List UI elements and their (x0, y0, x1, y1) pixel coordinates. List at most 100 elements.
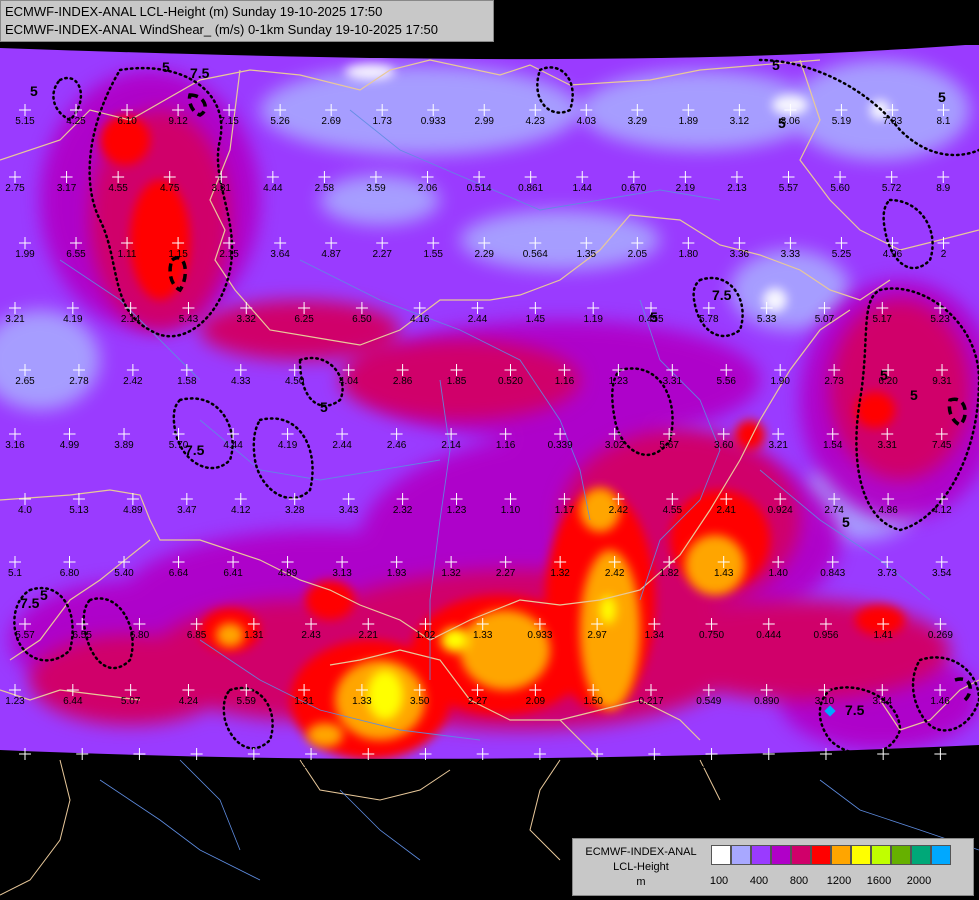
shear-value-label: 2.29 (475, 249, 495, 260)
map-title-box: ECMWF-INDEX-ANAL LCL-Height (m) Sunday 1… (0, 0, 494, 42)
shear-value-label: 5.26 (270, 116, 290, 127)
shear-value-label: 3.16 (5, 440, 25, 451)
legend-swatch (811, 845, 831, 865)
shear-value-label: 4.16 (410, 314, 430, 325)
shear-contour-label: 7.5 (190, 65, 210, 81)
shear-value-label: 8.9 (936, 183, 950, 194)
shear-value-label: 1.43 (714, 568, 734, 579)
shear-value-label: 3.31 (212, 183, 232, 194)
shear-value-label: 2.15 (416, 760, 436, 771)
shear-value-label: 4.55 (663, 505, 683, 516)
shear-value-label: 1.80 (679, 249, 699, 260)
shear-contour-label: 7.5 (20, 595, 40, 611)
shear-value-label: 1.32 (441, 568, 461, 579)
shear-value-label: 3.12 (730, 116, 750, 127)
shear-value-label: 1.89 (679, 116, 699, 127)
shear-value-label: 1.50 (583, 696, 603, 707)
legend-swatch (751, 845, 771, 865)
shear-value-label: 5.07 (815, 314, 835, 325)
shear-value-label: 5.17 (873, 314, 893, 325)
shear-value-label: 0.564 (523, 249, 548, 260)
legend-swatch (871, 845, 891, 865)
shear-value-label: 1.35 (577, 249, 597, 260)
shear-value-label: 0.444 (756, 630, 781, 641)
shear-value-label: 2.27 (468, 696, 488, 707)
shear-contour-label: 5 (842, 514, 850, 530)
shear-value-label: 3.28 (285, 505, 305, 516)
shear-value-label: 2.97 (587, 630, 607, 641)
shear-value-label: 3.73 (877, 568, 897, 579)
shear-contour-label: 5 (30, 83, 38, 99)
shear-value-label: 5.13 (69, 505, 89, 516)
shear-value-label: 6.85 (187, 630, 207, 641)
legend-unit-label: m (636, 876, 646, 888)
shear-value-label: 1.58 (177, 376, 197, 387)
shear-value-label: 9.12 (168, 116, 188, 127)
shear-value-label: 5.72 (882, 183, 902, 194)
shear-value-label: 8.1 (937, 116, 951, 127)
shear-value-label: 2.27 (496, 568, 516, 579)
shear-value-label: 1.23 (5, 696, 25, 707)
shear-value-label: 2.42 (123, 376, 143, 387)
shear-value-label: 3.50 (410, 696, 430, 707)
shear-value-label: 1.31 (244, 630, 264, 641)
shear-value-label: 4.04 (339, 376, 359, 387)
legend-swatches (711, 845, 951, 865)
shear-contour-label: 7.5 (185, 442, 205, 458)
shear-value-label: 6.55 (72, 630, 92, 641)
shear-value-label: 1.90 (770, 376, 790, 387)
shear-value-label: 1.93 (387, 568, 407, 579)
shear-value-label: 1.45 (526, 314, 546, 325)
shear-value-label: 5.57 (779, 183, 799, 194)
shear-value-label: 2.78 (69, 376, 89, 387)
shear-contour-label: 5 (880, 367, 888, 383)
shear-value-label: 4.44 (263, 183, 283, 194)
shear-value-label: 0.217 (638, 696, 663, 707)
shear-value-label: 4.75 (160, 183, 180, 194)
shear-value-label: 2.44 (468, 314, 488, 325)
shear-value-label: 4.24 (15, 760, 35, 771)
shear-value-label: 1.96 (359, 760, 379, 771)
legend-param-label: LCL-Height (613, 861, 669, 873)
title-line-1: ECMWF-INDEX-ANAL LCL-Height (m) Sunday 1… (5, 4, 383, 19)
shear-value-label: 2.15 (219, 249, 239, 260)
shear-value-label: 3.59 (366, 183, 386, 194)
shear-contour-label: 7.5 (845, 702, 865, 718)
shear-value-label: 4.96 (883, 249, 903, 260)
shear-value-label: 0.514 (467, 183, 492, 194)
shear-value-label: 2.73 (824, 376, 844, 387)
shear-value-label: 3.13 (332, 568, 352, 579)
shear-value-label: 1.44 (573, 183, 593, 194)
shear-value-label: 0.670 (621, 183, 646, 194)
shear-value-label: 2.99 (475, 116, 495, 127)
shear-value-label: 1.23 (447, 505, 467, 516)
shear-contour-label: 5 (320, 399, 328, 415)
shear-value-label: 1.32 (550, 568, 570, 579)
shear-value-label: 0.910 (642, 760, 667, 771)
shear-value-label: 3.31 (877, 440, 897, 451)
shear-value-label: 2.14 (121, 314, 141, 325)
shear-value-label: 0.962 (585, 760, 610, 771)
shear-value-label: 6.10 (117, 116, 137, 127)
shear-value-label: 5.40 (114, 568, 134, 579)
shear-value-label: 4.19 (63, 314, 83, 325)
shear-value-label: 3.32 (237, 314, 257, 325)
shear-value-label: 5.23 (930, 314, 950, 325)
legend-swatch (931, 845, 951, 865)
shear-value-label: 6.50 (352, 314, 372, 325)
shear-value-label: 1.17 (555, 505, 575, 516)
shear-value-label: 2.42 (609, 505, 629, 516)
shear-value-label: 1.34 (645, 630, 665, 641)
shear-value-label: 1.41 (873, 630, 893, 641)
shear-value-label: 0.843 (820, 568, 845, 579)
shear-value-label: 0.933 (421, 116, 446, 127)
shear-value-label: 5.1 (8, 568, 22, 579)
legend-swatch (851, 845, 871, 865)
shear-value-label: 0.520 (498, 376, 523, 387)
shear-value-label: 5.78 (699, 314, 719, 325)
shear-value-label: 2.42 (605, 568, 625, 579)
shear-value-label: 5.19 (832, 116, 852, 127)
legend-tick-label: 1600 (866, 875, 892, 887)
shear-value-label: 2.69 (321, 116, 341, 127)
legend-tick-label: 400 (749, 875, 769, 887)
